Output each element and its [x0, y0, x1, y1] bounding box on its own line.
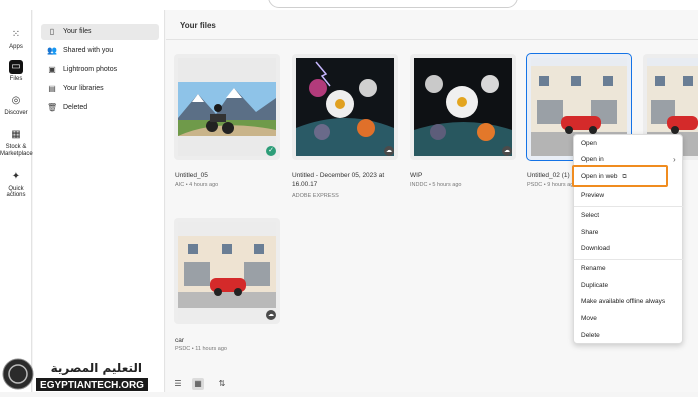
rail-label: Stock & Marketplace [0, 144, 33, 157]
highlight-box [572, 165, 668, 187]
rail-discover[interactable]: ◎ Discover [0, 94, 32, 116]
cloud-icon: ☁ [502, 146, 512, 156]
file-card[interactable]: ✓ [174, 54, 280, 160]
file-thumbnail [178, 58, 276, 156]
file-name: Untitled - December 05, 2023 at 16.00.17 [292, 172, 385, 188]
compass-icon: ◎ [11, 95, 21, 106]
stock-icon: ▦ [11, 129, 21, 140]
app-rail: ⁙ Apps ▭ Files ◎ Discover ▦ Stock & Mark… [0, 10, 33, 392]
nav-lightroom-photos[interactable]: ▣ Lightroom photos [41, 62, 159, 78]
lightroom-icon: ▣ [48, 65, 56, 74]
file-thumbnail [178, 222, 276, 320]
page-title: Your files [180, 21, 216, 30]
menu-divider [574, 259, 684, 260]
file-name: WIP [410, 172, 423, 179]
menu-item-open[interactable]: Open [581, 140, 597, 147]
file-thumbnail [296, 58, 394, 156]
people-icon: 👥 [47, 46, 57, 55]
menu-item-label: Open in [581, 156, 604, 163]
nav-label: Lightroom photos [63, 66, 118, 73]
file-card[interactable]: ☁ [174, 218, 280, 324]
file-meta: INDDC • 5 hours ago [410, 182, 462, 188]
menu-item-preview[interactable]: Preview [581, 192, 604, 199]
nav-your-files[interactable]: ▯ Your files [41, 24, 159, 40]
file-name: Untitled_05 [175, 172, 208, 179]
menu-item-make-offline[interactable]: Make available offline always [581, 298, 665, 305]
rail-files[interactable]: ▭ Files [0, 60, 32, 82]
grid-view-icon[interactable]: ▦ [192, 378, 204, 390]
file-meta: ADOBE EXPRESS [292, 193, 339, 199]
file-name: Untitled_02 (1) [527, 172, 570, 179]
menu-item-rename[interactable]: Rename [581, 265, 606, 272]
file-name: car [175, 337, 185, 344]
rail-label: Files [9, 76, 23, 82]
menu-item-open-in[interactable]: Open in › [581, 155, 677, 164]
cloud-icon: ☁ [384, 146, 394, 156]
top-bar [0, 0, 698, 10]
nav-label: Deleted [63, 104, 88, 111]
menu-item-delete[interactable]: Delete [581, 332, 600, 339]
rail-label: Quick actions [6, 186, 26, 198]
nav-label: Your files [63, 28, 92, 35]
menu-item-share[interactable]: Share [581, 229, 598, 236]
watermark-arabic-text: التعليم المصرية [51, 361, 142, 375]
rail-quick-actions[interactable]: ✦ Quick actions [0, 170, 32, 198]
sort-icon[interactable]: ⇅ [216, 378, 228, 390]
file-thumbnail [414, 58, 512, 156]
menu-divider [574, 206, 684, 207]
folder-icon: ▭ [9, 60, 23, 74]
file-card[interactable]: ☁ [410, 54, 516, 160]
file-meta: PSDC • 9 hours ago [527, 182, 577, 188]
nav-label: Your libraries [63, 85, 104, 92]
nav-label: Shared with you [63, 47, 114, 54]
sparkle-icon: ✦ [11, 171, 21, 182]
synced-check-icon: ✓ [266, 146, 276, 156]
watermark-latin-text: EGYPTIANTECH.ORG [40, 380, 144, 391]
watermark: التعليم المصرية EGYPTIANTECH.ORG [0, 350, 150, 392]
rail-stock[interactable]: ▦ Stock & Marketplace [0, 128, 33, 158]
apps-grid-icon: ⁙ [11, 29, 21, 40]
file-card[interactable]: ☁ [292, 54, 398, 160]
menu-item-select[interactable]: Select [581, 212, 599, 219]
file-icon: ▯ [49, 27, 55, 36]
view-controls: ☰ ▦ ⇅ [166, 375, 698, 392]
file-meta: AIC • 4 hours ago [175, 182, 219, 188]
menu-item-download[interactable]: Download [581, 245, 610, 252]
library-icon: ▤ [48, 84, 56, 93]
search-bar[interactable] [268, 0, 518, 8]
menu-item-move[interactable]: Move [581, 315, 597, 322]
nav-deleted[interactable]: 🗑 Deleted [41, 100, 159, 116]
chevron-right-icon: › [673, 155, 676, 164]
rail-label: Discover [4, 110, 28, 116]
nav-your-libraries[interactable]: ▤ Your libraries [41, 81, 159, 97]
nav-shared-with-you[interactable]: 👥 Shared with you [41, 43, 159, 59]
main-header: Your files [166, 10, 698, 40]
trash-icon: 🗑 [47, 103, 58, 112]
cloud-icon: ☁ [266, 310, 276, 320]
menu-item-duplicate[interactable]: Duplicate [581, 282, 608, 289]
rail-apps[interactable]: ⁙ Apps [0, 28, 32, 50]
rail-label: Apps [9, 44, 23, 50]
list-view-icon[interactable]: ☰ [172, 378, 184, 390]
file-meta: PSDC • 11 hours ago [175, 346, 227, 352]
files-sidepanel: ▯ Your files 👥 Shared with you ▣ Lightro… [33, 10, 165, 392]
